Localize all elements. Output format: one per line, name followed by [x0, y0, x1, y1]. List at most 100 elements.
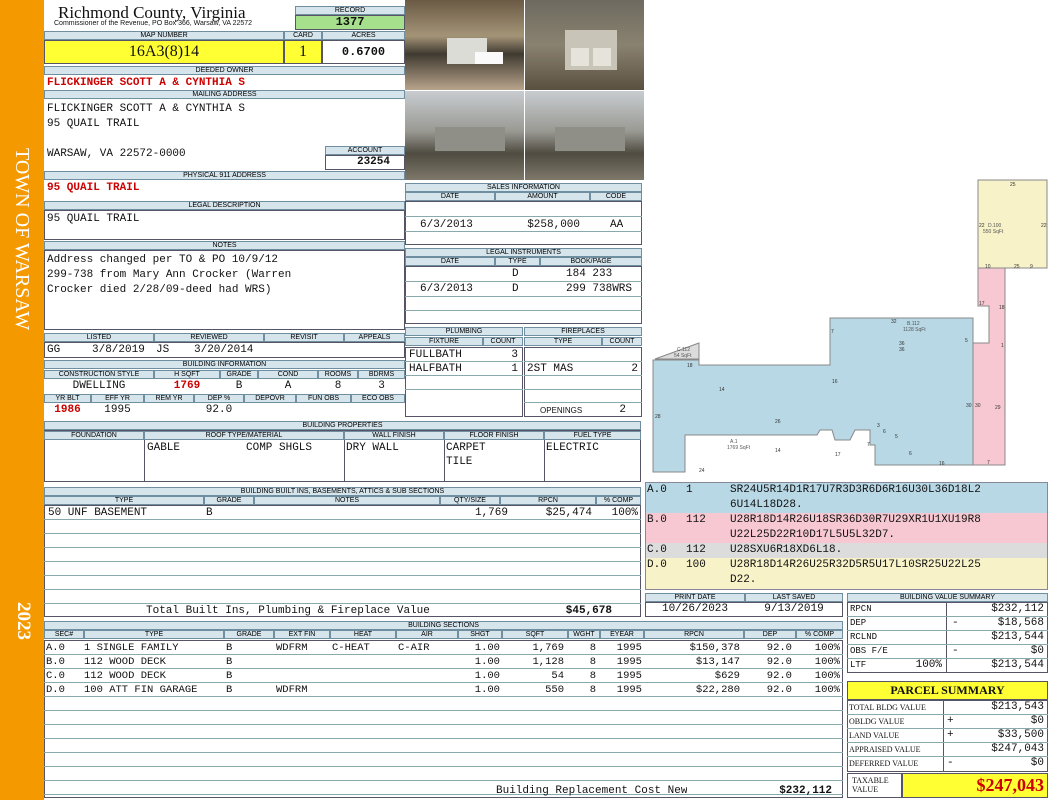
print-date: 10/26/2023: [661, 603, 728, 615]
h-fixture: FIXTURE: [405, 337, 483, 346]
sections-total: $232,112: [779, 785, 832, 797]
notes-label: NOTES: [44, 241, 405, 250]
h-sales-code: CODE: [590, 192, 642, 201]
section-cell: WDFRM: [276, 684, 308, 696]
sqft-value: 1769: [173, 380, 201, 392]
bvs-key: OBS F/E: [850, 646, 888, 656]
sales-amount: $258,000: [527, 219, 580, 231]
sketch-label-d2: 550 SqFt: [983, 229, 1004, 235]
fixture-name: FULLBATH: [409, 349, 462, 361]
h-fp-count: COUNT: [602, 337, 642, 346]
rooms-value: 8: [334, 380, 342, 392]
bvs-value: $18,568: [997, 617, 1044, 629]
h-sec: SEC#: [44, 630, 84, 639]
notes-box: Address changed per TO & PO 10/9/12 299-…: [44, 250, 405, 330]
builtins-total-label: Total Built Ins, Plumbing & Fireplace Va…: [146, 605, 430, 617]
bvs-key: LTF: [850, 660, 867, 670]
sketch-label-a2: 1769 SqFt: [727, 445, 751, 451]
dim: 17: [979, 301, 985, 307]
h-bdrms: BDRMS: [358, 370, 405, 379]
fixture-count: 1: [511, 363, 518, 375]
section-cell: 1995: [616, 656, 642, 668]
parcel-value: $247,043: [991, 743, 1044, 755]
h-cond: COND: [258, 370, 318, 379]
section-cell: B.0: [46, 656, 65, 668]
reviewed-date: 3/20/2014: [194, 344, 254, 356]
parcel-value: $213,543: [991, 701, 1044, 713]
h-bi-qty: QTY/SIZE: [440, 496, 500, 505]
dim: 36: [899, 347, 905, 353]
bi-comp: 100%: [611, 507, 638, 519]
h-plumb-count: COUNT: [483, 337, 523, 346]
yrblt-value: 1986: [54, 404, 81, 416]
dim: 7: [987, 460, 990, 466]
commissioner-line: Commissioner of the Revenue, PO Box 366,…: [54, 20, 253, 27]
h-bi-comp: % COMP: [596, 496, 641, 505]
legal-text: 95 QUAIL TRAIL: [47, 213, 140, 225]
section-cell: B: [226, 670, 233, 682]
section-cell: D.0: [46, 684, 65, 696]
property-photo-1[interactable]: [405, 0, 524, 90]
section-cell: 8: [589, 670, 596, 682]
li-book: 299 738WRS: [566, 283, 633, 295]
sales-code: AA: [610, 219, 624, 231]
fireplaces-label: FIREPLACES: [524, 327, 642, 336]
note-line: Crocker died 2/28/09-deed had WRS): [47, 284, 272, 296]
property-photo-3[interactable]: [405, 91, 524, 180]
mailing-line3: WARSAW, VA 22572-0000: [47, 148, 186, 160]
h-dep: DEP: [744, 630, 796, 639]
dim: 6: [883, 429, 886, 435]
physical-label: PHYSICAL 911 ADDRESS: [44, 171, 405, 180]
h-grade: GRADE: [224, 630, 274, 639]
section-cell: 100 ATT FIN GARAGE: [84, 684, 198, 696]
parcel-value: $0: [1030, 757, 1044, 769]
physical-address: 95 QUAIL TRAIL: [47, 182, 140, 194]
h-wght: WGHT: [568, 630, 600, 639]
floor-finish-1: CARPET: [446, 442, 486, 454]
building-sketch[interactable]: D.100 550 SqFt B.112 1128 SqFt A.1 1769 …: [645, 175, 1050, 480]
h-remyr: REM YR: [144, 394, 194, 403]
acres-value: 0.6700: [322, 40, 405, 64]
bvs-key: RPCN: [850, 604, 872, 614]
section-cell: B: [226, 684, 233, 696]
bvs-value: $0: [1030, 645, 1044, 657]
section-cell: 100%: [814, 670, 840, 682]
section-cell: B: [226, 656, 233, 668]
parcel-key: APPRAISED VALUE: [849, 745, 921, 754]
roof-type: GABLE: [147, 442, 181, 454]
bvs-key: DEP: [850, 618, 867, 628]
property-photo-4[interactable]: [525, 91, 644, 180]
property-photo-2[interactable]: [525, 0, 644, 90]
bi-grade: B: [206, 507, 213, 519]
section-cell: 1,128: [532, 656, 564, 668]
h-roof: ROOF TYPE/MATERIAL: [144, 431, 344, 440]
h-dep: DEP %: [194, 394, 244, 403]
section-cell: 92.0: [766, 656, 792, 668]
listed-label: LISTED: [44, 333, 154, 342]
mailing-label: MAILING ADDRESS: [44, 90, 405, 99]
h-li-type: TYPE: [495, 257, 540, 266]
parcel-key: TOTAL BLDG VALUE: [849, 703, 926, 712]
legal-box: 95 QUAIL TRAIL: [44, 210, 405, 240]
h-li-book: BOOK/PAGE: [540, 257, 642, 266]
h-sales-date: DATE: [405, 192, 495, 201]
map-number: 16A3(8)14: [44, 40, 284, 64]
vector-row: D.0 100 U28R18D14R26U25R32D5R5U17L10SR25…: [646, 558, 1047, 589]
dim: 22: [979, 223, 985, 229]
parcel-value: $0: [1030, 715, 1044, 727]
section-cell: 1995: [616, 684, 642, 696]
section-cell: 8: [589, 684, 596, 696]
h-fuel: FUEL TYPE: [544, 431, 641, 440]
dim: 16: [832, 379, 838, 385]
dim: 25: [1010, 182, 1016, 188]
parcel-sign: -: [947, 757, 954, 769]
bvs-key: RCLND: [850, 632, 878, 642]
legal-instruments-label: LEGAL INSTRUMENTS: [405, 248, 642, 257]
bvs-percent: 100%: [915, 659, 942, 671]
h-grade: GRADE: [220, 370, 258, 379]
section-cell: 8: [589, 656, 596, 668]
fp-count: 2: [631, 363, 638, 375]
li-type: D: [512, 268, 519, 280]
section-cell: 112 WOOD DECK: [84, 656, 166, 668]
li-date: 6/3/2013: [420, 283, 473, 295]
